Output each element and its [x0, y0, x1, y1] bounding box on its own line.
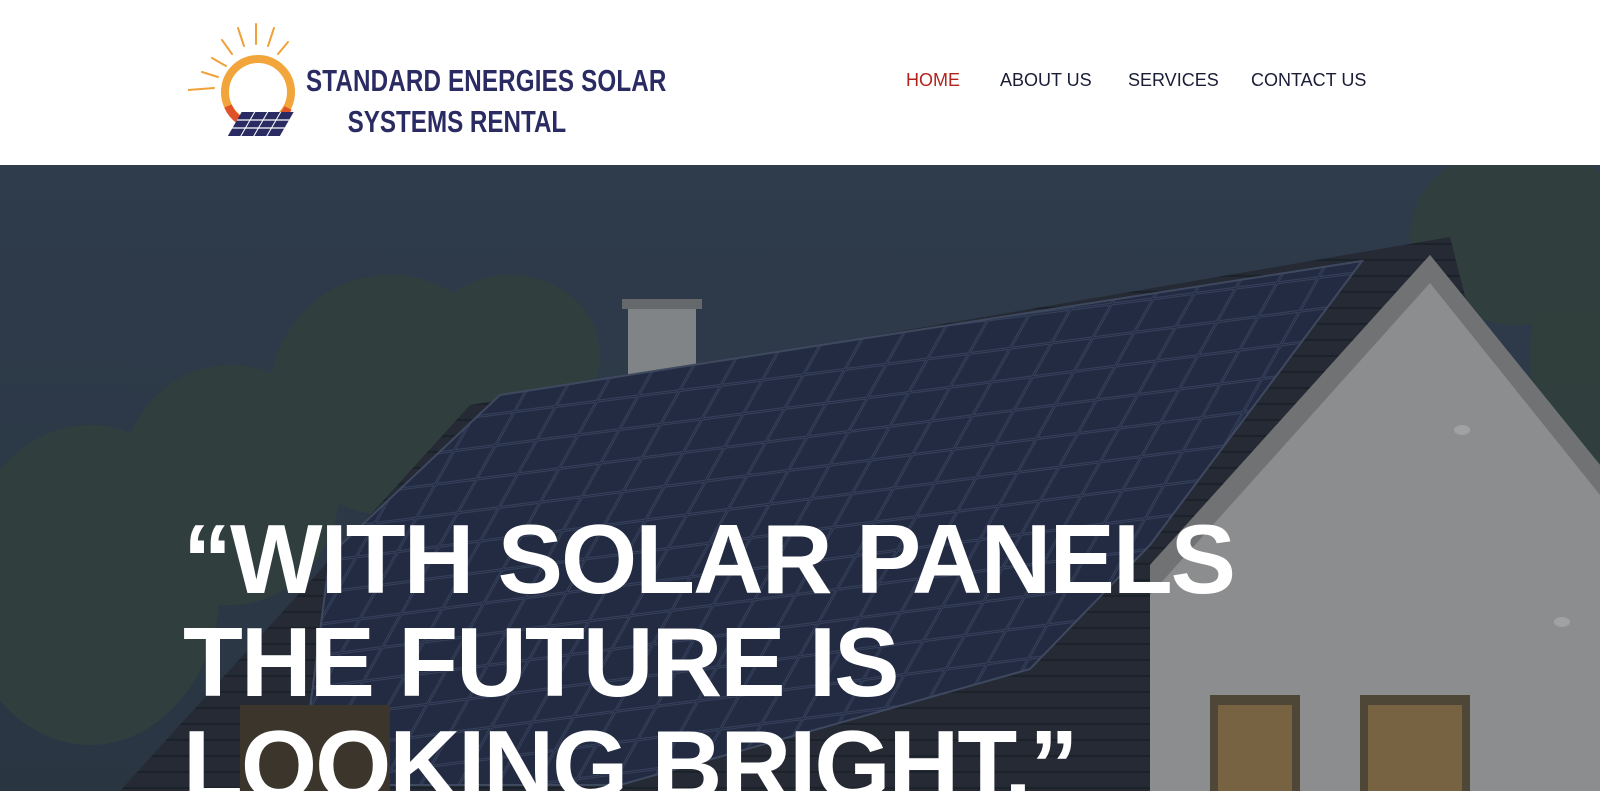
hero-headline-line1: “WITH SOLAR PANELS: [183, 504, 1236, 614]
hero-headline-line2: THE FUTURE IS: [183, 607, 899, 717]
hero-section: “WITH SOLAR PANELS THE FUTURE IS LOOKING…: [0, 165, 1600, 791]
nav-contact-us[interactable]: CONTACT US: [1251, 70, 1366, 91]
hero-headline-line3: LOOKING BRIGHT.”: [183, 710, 1079, 791]
brand-name-line1: STANDARD ENERGIES SOLAR: [306, 63, 667, 98]
brand-name-line2: SYSTEMS RENTAL: [347, 104, 567, 139]
brand-name: STANDARD ENERGIES SOLAR SYSTEMS RENTAL: [306, 60, 666, 142]
hero-headline: “WITH SOLAR PANELS THE FUTURE IS LOOKING…: [183, 504, 1236, 791]
nav-about-us[interactable]: ABOUT US: [1000, 70, 1092, 91]
logo-link[interactable]: STANDARD ENERGIES SOLAR SYSTEMS RENTAL: [188, 22, 666, 142]
nav-services[interactable]: SERVICES: [1128, 70, 1219, 91]
site-header: STANDARD ENERGIES SOLAR SYSTEMS RENTAL H…: [0, 0, 1600, 165]
sun-solar-logo-icon: [188, 23, 295, 136]
nav-home[interactable]: HOME: [906, 70, 960, 91]
